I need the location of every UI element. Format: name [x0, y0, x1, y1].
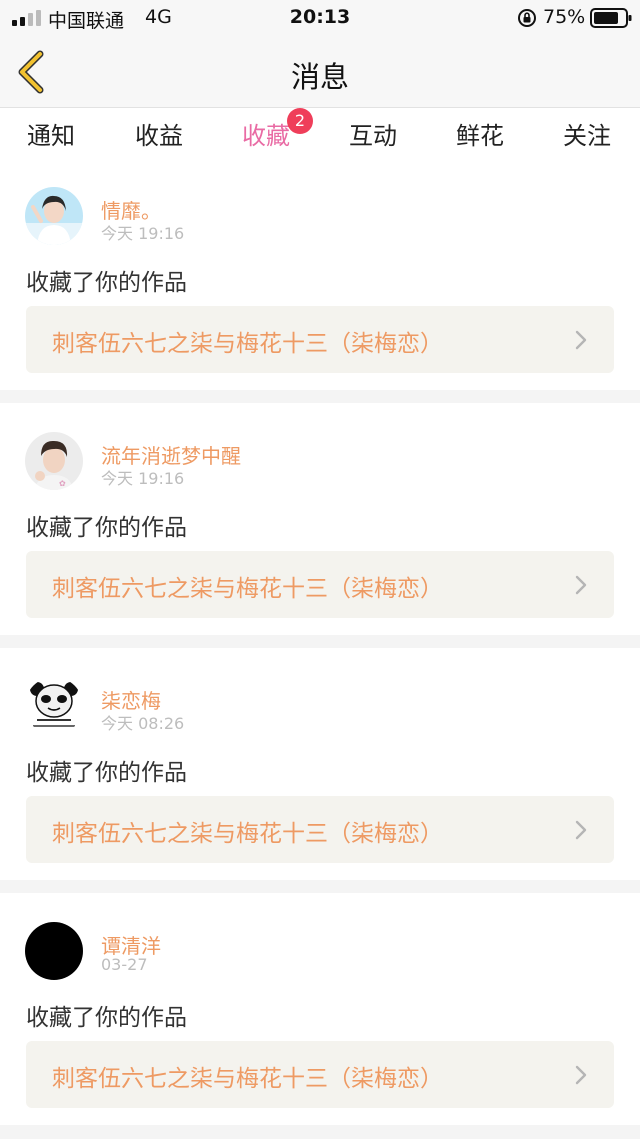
message-time: 今天 08:26	[101, 714, 185, 733]
avatar[interactable]: ✿	[25, 432, 83, 490]
page-title: 消息	[290, 60, 349, 94]
tab-label: 鲜花	[456, 122, 504, 150]
tab-flowers[interactable]: 鲜花	[425, 116, 535, 158]
work-title: 刺客伍六七之柒与梅花十三（柒梅恋）	[52, 1066, 443, 1092]
list-item: ✿ 流年消逝梦中醒 今天 19:16 收藏了你的作品 刺客伍六七之柒与梅花十三（…	[0, 403, 640, 635]
work-title: 刺客伍六七之柒与梅花十三（柒梅恋）	[52, 331, 443, 357]
message-time: 03-27	[101, 955, 148, 974]
tab-interactions[interactable]: 互动	[318, 116, 428, 158]
battery-percent: 75%	[543, 6, 586, 28]
avatar[interactable]	[25, 677, 83, 735]
message-text: 收藏了你的作品	[26, 760, 187, 786]
unread-badge: 2	[287, 108, 313, 134]
tab-label: 收藏	[242, 122, 290, 150]
tab-follows[interactable]: 关注	[532, 116, 640, 158]
avatar-photo	[25, 677, 83, 735]
svg-text:✿: ✿	[59, 479, 66, 488]
tab-label: 收益	[135, 122, 183, 150]
avatar[interactable]	[25, 187, 83, 245]
nav-bar: 消息	[0, 36, 640, 108]
tab-notifications[interactable]: 通知	[0, 116, 106, 158]
tab-label: 互动	[349, 122, 397, 150]
tab-label: 关注	[563, 122, 611, 150]
chevron-right-icon	[575, 820, 587, 840]
list-item: 柒恋梅 今天 08:26 收藏了你的作品 刺客伍六七之柒与梅花十三（柒梅恋）	[0, 648, 640, 880]
message-time: 今天 19:16	[101, 469, 185, 488]
work-title: 刺客伍六七之柒与梅花十三（柒梅恋）	[52, 576, 443, 602]
status-bar: 中国联通 4G 20:13 75%	[0, 0, 640, 36]
work-title: 刺客伍六七之柒与梅花十三（柒梅恋）	[52, 821, 443, 847]
chevron-right-icon	[575, 1065, 587, 1085]
message-text: 收藏了你的作品	[26, 1005, 187, 1031]
tab-earnings[interactable]: 收益	[104, 116, 214, 158]
work-link[interactable]: 刺客伍六七之柒与梅花十三（柒梅恋）	[26, 306, 614, 373]
chevron-right-icon	[575, 330, 587, 350]
avatar-photo	[25, 187, 83, 245]
work-link[interactable]: 刺客伍六七之柒与梅花十三（柒梅恋）	[26, 796, 614, 863]
work-link[interactable]: 刺客伍六七之柒与梅花十三（柒梅恋）	[26, 1041, 614, 1108]
tab-bar: 通知 收益 收藏 2 互动 鲜花 关注	[0, 108, 640, 163]
tab-favorites[interactable]: 收藏 2	[211, 108, 321, 163]
work-link[interactable]: 刺客伍六七之柒与梅花十三（柒梅恋）	[26, 551, 614, 618]
message-list: 情靡。 今天 19:16 收藏了你的作品 刺客伍六七之柒与梅花十三（柒梅恋） ✿…	[0, 158, 640, 1138]
message-text: 收藏了你的作品	[26, 515, 187, 541]
tab-label: 通知	[27, 122, 75, 150]
list-item: 谭清洋 03-27 收藏了你的作品 刺客伍六七之柒与梅花十三（柒梅恋）	[0, 893, 640, 1125]
message-time: 今天 19:16	[101, 224, 185, 243]
avatar-photo: ✿	[25, 432, 83, 490]
message-text: 收藏了你的作品	[26, 270, 187, 296]
battery-icon	[590, 8, 632, 28]
avatar[interactable]	[25, 922, 83, 980]
list-item: 情靡。 今天 19:16 收藏了你的作品 刺客伍六七之柒与梅花十三（柒梅恋）	[0, 158, 640, 390]
chevron-right-icon	[575, 575, 587, 595]
rotation-lock-icon	[518, 9, 536, 27]
